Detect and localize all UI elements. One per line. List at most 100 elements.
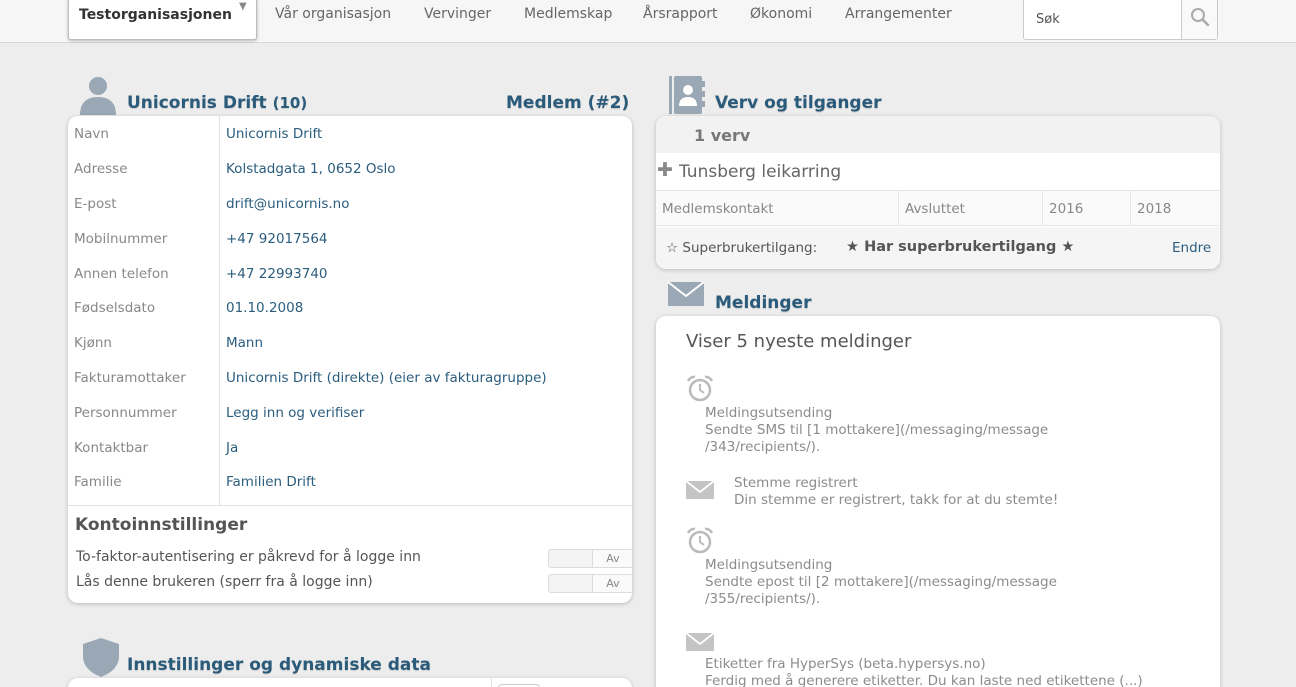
person-icon — [80, 77, 116, 115]
list-item: Etiketter fra HyperSys (beta.hypersys.no… — [705, 656, 1143, 687]
two-factor-label: To-faktor-autentisering er påkrevd for å… — [76, 549, 421, 565]
field-label: Navn — [74, 126, 109, 142]
messages-heading: Viser 5 nyeste meldinger — [686, 331, 912, 352]
detail-row: Adresse Kolstadgata 1, 0652 Oslo — [68, 151, 632, 186]
verv-status: Avsluttet — [899, 191, 1043, 226]
account-settings-title: Kontoinnstillinger — [75, 515, 248, 535]
verv-count: 1 verv — [694, 126, 751, 145]
alarm-clock-icon — [686, 527, 714, 554]
field-label: Personnummer — [74, 405, 177, 421]
edit-link[interactable]: Endre — [1172, 240, 1211, 256]
field-label: Adresse — [74, 161, 128, 177]
toggle-state: Av — [592, 550, 632, 567]
field-value[interactable]: Unicornis Drift (direkte) (eier av faktu… — [226, 370, 547, 386]
expand-plus-icon[interactable]: ✚ — [657, 159, 673, 181]
field-label: Kontaktbar — [74, 440, 149, 456]
settings-card — [68, 678, 632, 687]
envelope-icon — [685, 480, 715, 499]
detail-row: Annen telefon +47 22993740 — [68, 256, 632, 291]
field-label: Fakturamottaker — [74, 370, 186, 386]
organization-selector[interactable]: Testorganisasjonen ▼ — [68, 0, 257, 40]
verv-end-year: 2018 — [1137, 201, 1172, 217]
superuser-label: ☆ Superbrukertilgang: — [666, 240, 817, 256]
lock-user-toggle[interactable]: Av — [548, 574, 632, 593]
star-icon: ★ — [1061, 239, 1075, 255]
message-title: Etiketter fra HyperSys (beta.hypersys.no… — [705, 656, 986, 672]
message-body: Ferdig med å generere etiketter. Du kan … — [705, 673, 1143, 687]
detail-row: E-post drift@unicornis.no — [68, 186, 632, 221]
field-value[interactable]: Legg inn og verifiser — [226, 405, 364, 421]
field-label: Kjønn — [74, 335, 112, 351]
field-label: Annen telefon — [74, 266, 169, 282]
search-icon — [1191, 8, 1210, 27]
message-body: /343/recipients/). — [705, 439, 821, 455]
superuser-label-text: Superbrukertilgang: — [682, 240, 818, 256]
field-label: Fødselsdato — [74, 300, 156, 316]
field-value[interactable]: 01.10.2008 — [226, 300, 303, 316]
message-title: Stemme registrert — [734, 475, 858, 491]
list-item: Meldingsutsending Sendte epost til [2 mo… — [705, 557, 1057, 608]
detail-row: Personnummer Legg inn og verifiser — [68, 395, 632, 430]
nav-vervinger[interactable]: Vervinger — [424, 6, 491, 22]
star-icon: ★ — [846, 239, 859, 255]
field-value[interactable]: Mann — [226, 335, 263, 351]
star-outline-icon: ☆ — [666, 240, 679, 256]
lock-user-label: Lås denne brukeren (sperr fra å logge in… — [76, 574, 373, 590]
superuser-status-text: Har superbrukertilgang — [864, 239, 1057, 255]
member-details-card: Navn Unicornis Drift Adresse Kolstadgata 1… — [68, 116, 632, 603]
list-item: Stemme registrert Din stemme er registre… — [734, 475, 1058, 509]
verv-role: Medlemskontakt — [656, 191, 899, 226]
field-value[interactable]: Unicornis Drift — [226, 126, 322, 142]
field-label: Familie — [74, 474, 122, 490]
table-row: Medlemskontakt Avsluttet 2016 2018 — [656, 191, 1220, 226]
verv-title: Verv og tilganger — [715, 93, 882, 113]
search-input[interactable] — [1024, 0, 1181, 39]
verv-org-row[interactable]: ✚ Tunsberg leikarring — [656, 153, 1220, 191]
messages-card: Viser 5 nyeste meldinger Meldingsutsendi… — [656, 316, 1220, 687]
list-item: Meldingsutsending Sendte SMS til [1 mott… — [705, 405, 1048, 456]
detail-row: Fakturamottaker Unicornis Drift (direkte)… — [68, 360, 632, 395]
top-navigation-bar: Testorganisasjonen ▼ Vår organisasjon Ve… — [0, 0, 1296, 43]
detail-row: Fødselsdato 01.10.2008 — [68, 290, 632, 325]
field-value[interactable]: Ja — [226, 440, 238, 456]
message-body: Sendte epost til [2 mottakere](/messagin… — [705, 574, 1057, 590]
detail-row: Navn Unicornis Drift — [68, 116, 632, 151]
field-label: E-post — [74, 196, 117, 212]
field-value[interactable]: Kolstadgata 1, 0652 Oslo — [226, 161, 396, 177]
detail-row: Kontaktbar Ja — [68, 430, 632, 465]
detail-row: Mobilnummer +47 92017564 — [68, 221, 632, 256]
verv-org-name: Tunsberg leikarring — [679, 162, 842, 182]
verv-header: 1 verv — [656, 116, 1220, 153]
two-factor-toggle[interactable]: Av — [548, 549, 632, 568]
member-name: Unicornis Drift — [127, 93, 267, 113]
nav-var-organisasjon[interactable]: Vår organisasjon — [275, 6, 391, 22]
field-value[interactable]: +47 92017564 — [226, 231, 328, 247]
field-value[interactable]: Familien Drift — [226, 474, 316, 490]
field-value[interactable]: +47 22993740 — [226, 266, 328, 282]
verv-start-year: 2016 — [1043, 191, 1131, 226]
nav-arrangementer[interactable]: Arrangementer — [845, 6, 952, 22]
member-number-label: Medlem (#2) — [506, 93, 630, 113]
message-title: Meldingsutsending — [705, 405, 833, 421]
detail-row: Familie Familien Drift — [68, 464, 632, 499]
detail-row: Kjønn Mann — [68, 325, 632, 360]
verv-card: 1 verv ✚ Tunsberg leikarring Medlemskont… — [656, 116, 1220, 269]
envelope-icon — [667, 281, 705, 306]
shield-icon — [83, 638, 119, 677]
nav-okonomi[interactable]: Økonomi — [750, 6, 812, 22]
alarm-clock-icon — [686, 375, 714, 402]
search-button[interactable] — [1181, 0, 1217, 39]
field-value[interactable]: drift@unicornis.no — [226, 196, 349, 212]
message-body: Sendte SMS til [1 mottakere](/messaging/… — [705, 422, 1049, 438]
envelope-icon — [685, 632, 715, 651]
toggle-state: Av — [592, 575, 632, 592]
contact-book-icon — [669, 76, 705, 114]
nav-medlemskap[interactable]: Medlemskap — [524, 6, 612, 22]
nav-arsrapport[interactable]: Årsrapport — [643, 6, 718, 22]
message-title: Meldingsutsending — [705, 557, 833, 573]
organization-name: Testorganisasjonen — [79, 7, 232, 23]
superuser-row: ☆ Superbrukertilgang: ★ Har superbrukert… — [656, 227, 1220, 269]
member-count: (10) — [272, 94, 308, 112]
dropdown-caret-icon: ▼ — [239, 1, 247, 12]
search-box — [1023, 0, 1218, 40]
